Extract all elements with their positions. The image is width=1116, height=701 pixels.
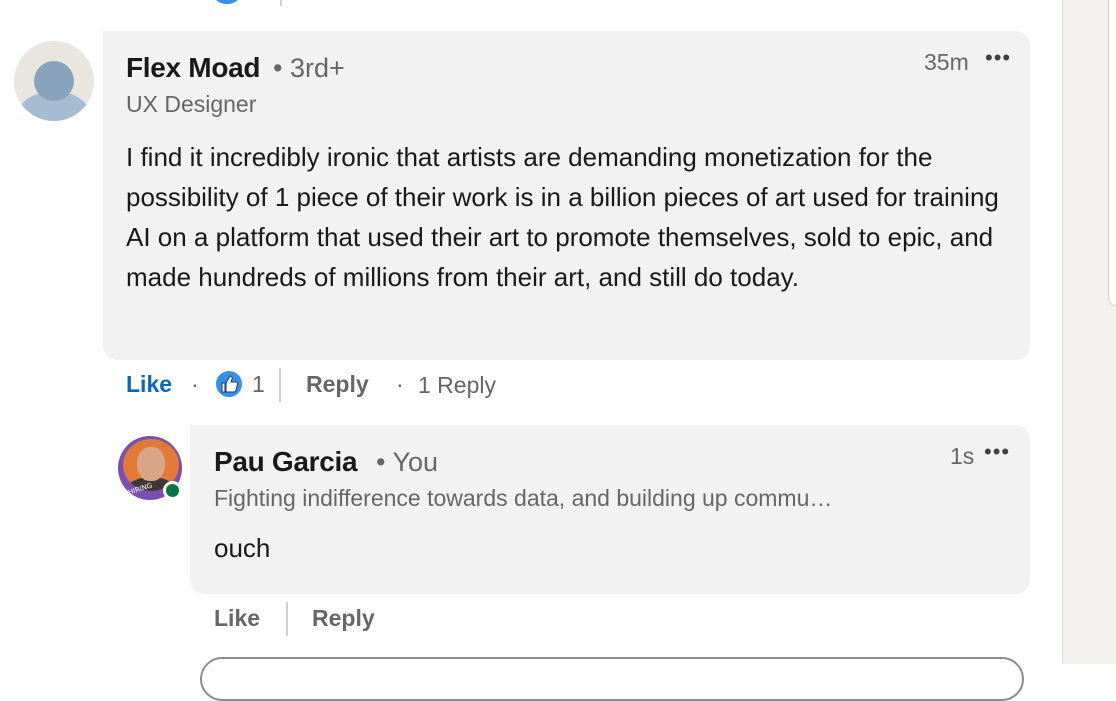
divider: [279, 368, 281, 402]
reply-timestamp: 1s: [950, 443, 975, 469]
reply-text: ouch: [214, 533, 271, 563]
separator-dot: ·: [191, 371, 199, 397]
more-options-icon[interactable]: •••: [984, 439, 1010, 465]
like-reaction-icon: [214, 0, 240, 4]
like-button[interactable]: Like: [126, 371, 172, 398]
divider: [280, 0, 282, 6]
avatar-placeholder-head: [34, 61, 74, 101]
reply-bubble: Pau Garcia • You Fighting indifference t…: [190, 425, 1030, 594]
thumbs-up-reaction-icon[interactable]: [214, 369, 244, 399]
comment-author-name[interactable]: Flex Moad: [126, 52, 261, 84]
comment-text: I find it incredibly ironic that artists…: [126, 142, 999, 292]
like-button[interactable]: Like: [214, 605, 260, 632]
comment-actions: Like · 1 Reply · 1 Reply: [126, 366, 626, 406]
reply-button[interactable]: Reply: [306, 371, 369, 398]
divider: [286, 602, 288, 636]
relation-label: • You: [376, 447, 439, 477]
reply-actions: Like Reply: [214, 600, 514, 640]
reaction-count[interactable]: 1: [252, 371, 265, 398]
reply-author-name[interactable]: Pau Garcia: [214, 446, 358, 478]
right-panel-edge: [1108, 0, 1116, 306]
comment-bubble: Flex Moad • 3rd+ UX Designer 35m ••• I f…: [103, 31, 1030, 360]
online-status-icon: [163, 481, 182, 500]
more-options-icon[interactable]: •••: [985, 45, 1011, 71]
reply-button[interactable]: Reply: [312, 605, 375, 632]
author-headline: UX Designer: [126, 91, 257, 117]
avatar-face: [137, 447, 165, 481]
avatar-flex-moad[interactable]: [14, 41, 94, 121]
separator-dot: ·: [396, 371, 404, 397]
previous-comment-actions: [214, 0, 514, 6]
replies-count-link[interactable]: 1 Reply: [418, 372, 496, 399]
connection-degree: • 3rd+: [273, 53, 345, 83]
author-headline: Fighting indifference towards data, and …: [214, 485, 833, 511]
comment-timestamp: 35m: [924, 49, 969, 75]
